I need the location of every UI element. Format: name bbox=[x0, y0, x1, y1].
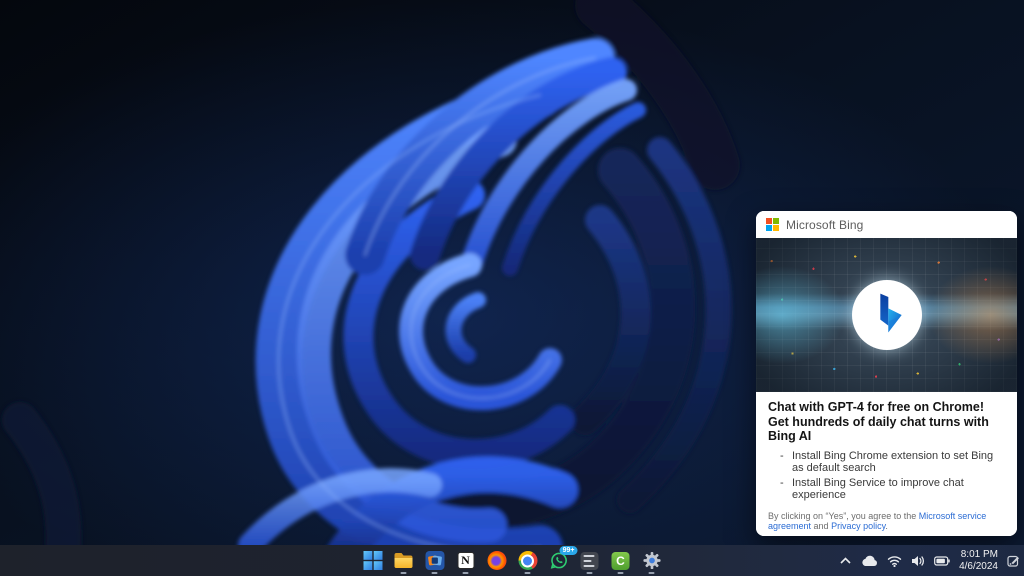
bullet-text: Install Bing Chrome extension to set Bin… bbox=[792, 450, 1005, 475]
popup-bullet-list: - Install Bing Chrome extension to set B… bbox=[768, 450, 1005, 502]
firefox-button[interactable] bbox=[484, 547, 510, 575]
running-indicator bbox=[649, 572, 655, 574]
popup-header: Microsoft Bing bbox=[756, 211, 1017, 238]
file-explorer-button[interactable] bbox=[391, 547, 417, 575]
clock-date: 4/6/2024 bbox=[959, 561, 998, 573]
bing-logo-badge bbox=[852, 280, 922, 350]
chevron-up-icon bbox=[839, 556, 852, 566]
bing-promo-image bbox=[756, 238, 1017, 392]
task-list-icon bbox=[581, 552, 599, 570]
privacy-policy-link[interactable]: Privacy policy bbox=[831, 521, 885, 531]
vmware-button[interactable] bbox=[422, 547, 448, 575]
battery-icon bbox=[934, 556, 950, 566]
running-indicator bbox=[463, 572, 469, 574]
bullet-text: Install Bing Service to improve chat exp… bbox=[792, 477, 1005, 502]
running-indicator bbox=[401, 572, 407, 574]
system-tray: 8:01 PM 4/6/2024 bbox=[839, 545, 1020, 576]
disclaimer-period: . bbox=[885, 521, 888, 531]
firefox-icon bbox=[487, 551, 506, 570]
wifi-tray-button[interactable] bbox=[887, 555, 902, 567]
gear-icon bbox=[642, 551, 661, 570]
task-list-app-button[interactable] bbox=[577, 547, 603, 575]
bing-logo-icon bbox=[867, 290, 907, 340]
chrome-button[interactable] bbox=[515, 547, 541, 575]
camtasia-icon: C bbox=[612, 552, 630, 570]
battery-tray-button[interactable] bbox=[934, 556, 950, 566]
clock-time: 8:01 PM bbox=[959, 549, 998, 561]
disclaimer-and: and bbox=[811, 521, 831, 531]
windows-logo-icon bbox=[363, 551, 382, 570]
clock[interactable]: 8:01 PM 4/6/2024 bbox=[959, 549, 998, 572]
running-indicator bbox=[432, 572, 438, 574]
vmware-icon bbox=[425, 551, 444, 570]
running-indicator bbox=[587, 572, 593, 574]
pen-input-tray-button[interactable] bbox=[1007, 554, 1020, 567]
list-item: - Install Bing Chrome extension to set B… bbox=[768, 450, 1005, 475]
cloud-icon bbox=[861, 555, 878, 567]
wifi-icon bbox=[887, 555, 902, 567]
camtasia-button[interactable]: C bbox=[608, 547, 634, 575]
taskbar: N 99+ C bbox=[0, 545, 1024, 576]
notion-icon: N bbox=[457, 552, 474, 569]
whatsapp-button[interactable]: 99+ bbox=[546, 547, 572, 575]
pen-icon bbox=[1007, 554, 1020, 567]
microsoft-logo-icon bbox=[766, 218, 779, 231]
hidden-icons-chevron[interactable] bbox=[839, 556, 852, 566]
start-button[interactable] bbox=[360, 547, 386, 575]
running-indicator bbox=[525, 572, 531, 574]
desktop: Microsoft Bing Chat with GPT-4 for free … bbox=[0, 0, 1024, 576]
popup-app-name: Microsoft Bing bbox=[786, 218, 863, 232]
settings-button[interactable] bbox=[639, 547, 665, 575]
popup-body: Chat with GPT-4 for free on Chrome! Get … bbox=[756, 392, 1017, 536]
taskbar-app-icons: N 99+ C bbox=[360, 545, 665, 576]
running-indicator bbox=[618, 572, 624, 574]
bullet-marker: - bbox=[780, 477, 786, 502]
notion-button[interactable]: N bbox=[453, 547, 479, 575]
whatsapp-unread-badge: 99+ bbox=[560, 546, 578, 555]
popup-title: Chat with GPT-4 for free on Chrome! Get … bbox=[768, 400, 1005, 444]
folder-icon bbox=[394, 552, 414, 569]
onedrive-tray-button[interactable] bbox=[861, 555, 878, 567]
volume-tray-button[interactable] bbox=[911, 555, 925, 567]
bing-notification-popup: Microsoft Bing Chat with GPT-4 for free … bbox=[756, 211, 1017, 536]
speaker-icon bbox=[911, 555, 925, 567]
popup-disclaimer: By clicking on “Yes”, you agree to the M… bbox=[768, 511, 1005, 532]
list-item: - Install Bing Service to improve chat e… bbox=[768, 477, 1005, 502]
chrome-icon bbox=[518, 551, 537, 570]
disclaimer-prefix: By clicking on “Yes”, you agree to the bbox=[768, 511, 919, 521]
bullet-marker: - bbox=[780, 450, 786, 475]
